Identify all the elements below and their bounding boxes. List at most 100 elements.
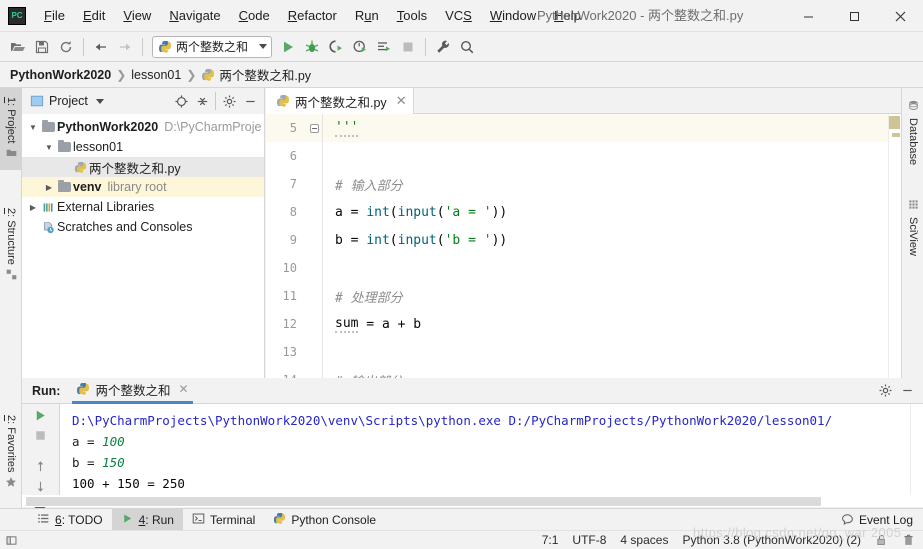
run-with-tests-icon[interactable]	[372, 35, 396, 59]
scroll-up-icon[interactable]	[30, 459, 52, 474]
open-folder-icon[interactable]	[6, 35, 30, 59]
code-line[interactable]: 13	[266, 338, 901, 366]
line-number[interactable]: 6	[266, 149, 306, 163]
python-interpreter[interactable]: Python 3.8 (PythonWork2020) (2)	[682, 533, 861, 547]
menu-item-tools[interactable]: Tools	[388, 0, 436, 32]
search-icon[interactable]	[455, 35, 479, 59]
code-line[interactable]: 10	[266, 254, 901, 282]
menu-item-run[interactable]: Run	[346, 0, 388, 32]
editor-tab[interactable]: 两个整数之和.py ✕	[266, 88, 414, 114]
line-number[interactable]: 9	[266, 233, 306, 247]
code-line[interactable]: 8a = int(input('a = '))	[266, 198, 901, 226]
close-icon[interactable]: ✕	[178, 382, 188, 396]
profile-icon[interactable]	[348, 35, 372, 59]
indent-setting[interactable]: 4 spaces	[620, 533, 668, 547]
code-editor[interactable]: 5 ''' 6 7 # 输入部分 8 a = int(input('a = ')) 9 b = …	[266, 114, 901, 378]
project-tree-item[interactable]: ▼ lesson01	[22, 137, 264, 157]
chevron-down-icon[interactable]	[95, 98, 104, 104]
layout-icon[interactable]	[0, 534, 22, 547]
event-log-button[interactable]: Event Log	[841, 513, 923, 527]
code-line[interactable]: 9b = int(input('b = '))	[266, 226, 901, 254]
code-token: input	[397, 232, 437, 248]
rerun-icon[interactable]	[30, 408, 52, 423]
menu-item-navigate[interactable]: Navigate	[160, 0, 229, 32]
editor-scrollbar[interactable]	[888, 114, 901, 378]
maximize-button[interactable]	[831, 0, 877, 32]
minimize-button[interactable]	[785, 0, 831, 32]
tool-window-button-run[interactable]: 4: Run	[111, 508, 183, 531]
project-tree-item[interactable]: Scratches and Consoles	[22, 217, 264, 237]
project-tree-item[interactable]: 两个整数之和.py	[22, 157, 264, 177]
left-tool-tab-project[interactable]: 1: Project	[0, 88, 22, 170]
code-line[interactable]: 5 '''	[266, 114, 901, 142]
tool-window-button-pythonconsole[interactable]: Python Console	[264, 509, 385, 531]
code-line[interactable]: 14# 输出部分	[266, 366, 901, 378]
scroll-down-icon[interactable]	[30, 479, 52, 494]
tool-window-button-terminal[interactable]: Terminal	[183, 509, 264, 531]
menu-item-vcs[interactable]: VCS	[436, 0, 481, 32]
expand-arrow-icon[interactable]: ▶	[26, 203, 40, 212]
right-tool-tab-sciview[interactable]: SciView	[902, 188, 923, 266]
breadcrumb-item-project[interactable]: PythonWork2020	[10, 68, 111, 82]
locate-target-icon[interactable]	[171, 91, 191, 111]
scrollbar-thumb[interactable]	[26, 497, 821, 506]
left-tool-tab-structure[interactable]: 2: Structure	[0, 198, 22, 293]
console-vertical-scrollbar[interactable]	[910, 404, 923, 495]
run-coverage-icon[interactable]	[324, 35, 348, 59]
trash-icon[interactable]	[902, 533, 915, 547]
lock-icon[interactable]	[875, 533, 888, 547]
gear-icon[interactable]	[875, 381, 895, 401]
editor-marker-warning[interactable]	[889, 116, 900, 129]
code-line[interactable]: 11 # 处理部分	[266, 282, 901, 310]
left-tool-window-bar: 1: Project 2: Structure 2: Favorites	[0, 88, 22, 508]
menu-item-code[interactable]: Code	[230, 0, 279, 32]
menu-item-file[interactable]: File	[35, 0, 74, 32]
save-icon[interactable]	[30, 35, 54, 59]
project-tree-item[interactable]: ▶ External Libraries	[22, 197, 264, 217]
line-number[interactable]: 11	[266, 289, 306, 303]
line-number[interactable]: 10	[266, 261, 306, 275]
menu-item-refactor[interactable]: Refactor	[279, 0, 346, 32]
minimize-icon[interactable]	[897, 381, 917, 401]
line-number[interactable]: 5	[266, 121, 306, 135]
caret-position[interactable]: 7:1	[542, 533, 559, 547]
left-tool-tab-favorites[interactable]: 2: Favorites	[0, 403, 22, 503]
tool-window-button-todo[interactable]: 6: TODO	[28, 509, 112, 531]
file-encoding[interactable]: UTF-8	[572, 533, 606, 547]
minimize-icon[interactable]	[240, 91, 260, 111]
menu-item-view[interactable]: View	[114, 0, 160, 32]
wrench-icon[interactable]	[431, 35, 455, 59]
console-text: 100 + 150 = 250	[72, 476, 185, 491]
code-fold-icon[interactable]	[309, 123, 319, 133]
back-arrow-icon[interactable]	[89, 35, 113, 59]
breadcrumb-item-file[interactable]: 两个整数之和.py	[201, 65, 311, 84]
close-button[interactable]	[877, 0, 923, 32]
debug-icon[interactable]	[300, 35, 324, 59]
line-number[interactable]: 7	[266, 177, 306, 191]
gear-icon[interactable]	[219, 91, 239, 111]
line-number[interactable]: 13	[266, 345, 306, 359]
code-line[interactable]: 12 sum = a + b	[266, 310, 901, 338]
expand-arrow-icon[interactable]: ▼	[26, 123, 40, 132]
collapse-all-icon[interactable]	[192, 91, 212, 111]
project-tree-item[interactable]: ▶ venv library root	[22, 177, 264, 197]
run-console-output[interactable]: D:\PyCharmProjects\PythonWork2020\venv\S…	[60, 404, 923, 507]
sync-icon[interactable]	[54, 35, 78, 59]
menu-item-edit[interactable]: Edit	[74, 0, 114, 32]
menu-item-window[interactable]: Window	[481, 0, 545, 32]
line-number[interactable]: 12	[266, 317, 306, 331]
expand-arrow-icon[interactable]: ▶	[42, 183, 56, 192]
code-line[interactable]: 7 # 输入部分	[266, 170, 901, 198]
expand-arrow-icon[interactable]: ▼	[42, 143, 56, 152]
console-horizontal-scrollbar[interactable]	[22, 495, 923, 507]
run-configuration-selector[interactable]: 两个整数之和	[152, 35, 272, 58]
right-tool-tab-database[interactable]: Database	[902, 90, 923, 176]
run-icon[interactable]	[276, 35, 300, 59]
run-session-tab[interactable]: 两个整数之和 ✕	[72, 378, 193, 404]
close-icon[interactable]: ✕	[396, 93, 407, 109]
line-number[interactable]: 8	[266, 205, 306, 219]
breadcrumb-item-folder[interactable]: lesson01	[131, 68, 181, 82]
project-tree-item[interactable]: ▼ PythonWork2020 D:\PyCharmProje	[22, 117, 264, 137]
code-line[interactable]: 6	[266, 142, 901, 170]
editor-marker-change[interactable]	[892, 133, 900, 137]
